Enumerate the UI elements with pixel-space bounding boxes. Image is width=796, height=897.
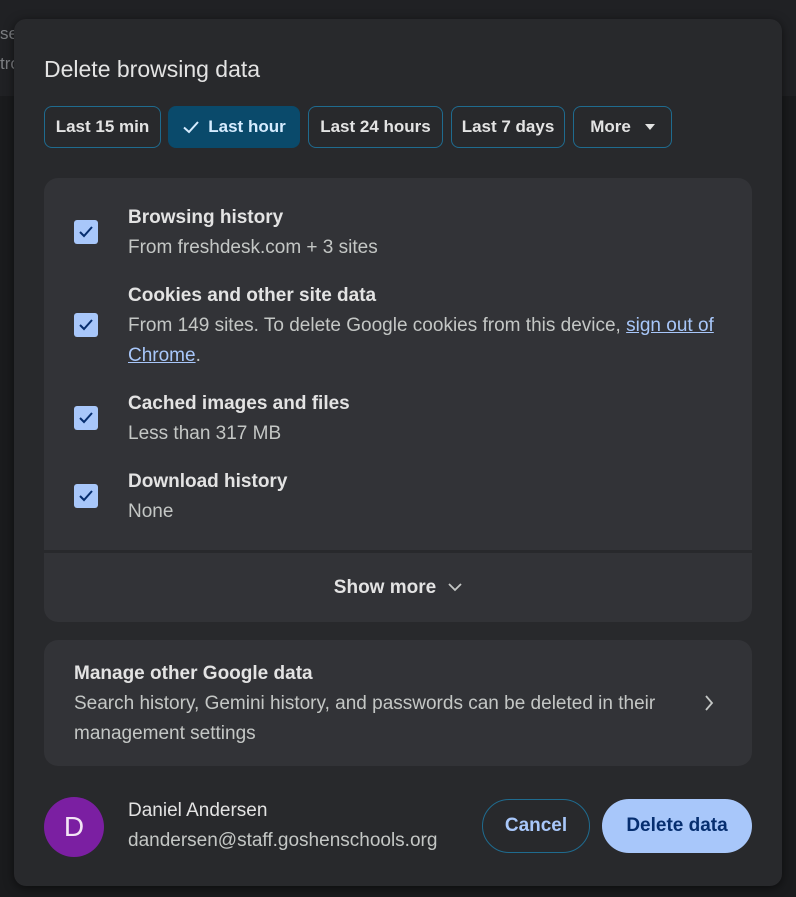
check-icon [79, 319, 93, 331]
chip-label: Last 15 min [55, 117, 150, 136]
chip-last-24-hours[interactable]: Last 24 hours [308, 106, 443, 148]
chevron-right-icon [705, 695, 714, 711]
item-title: Cookies and other site data [128, 285, 377, 306]
chip-label: Last 7 days [461, 117, 555, 136]
check-icon [79, 490, 93, 502]
checkbox-download-history[interactable] [74, 484, 98, 508]
chip-last-hour[interactable]: Last hour [168, 106, 300, 148]
item-description: From 149 sites. To delete Google cookies… [128, 311, 718, 371]
check-icon [79, 412, 93, 424]
delete-browsing-data-dialog: Delete browsing data Last 15 min Last ho… [14, 19, 782, 886]
show-more-button[interactable]: Show more [44, 553, 752, 622]
check-icon [183, 121, 200, 134]
chip-last-7-days[interactable]: Last 7 days [451, 106, 565, 148]
checkbox-cached-images[interactable] [74, 406, 98, 430]
description-text: . [195, 345, 201, 366]
chip-more-dropdown[interactable]: More [573, 106, 672, 148]
item-title: Download history [128, 471, 288, 492]
account-name: Daniel Andersen [128, 800, 268, 821]
check-icon [79, 226, 93, 238]
manage-google-data-row[interactable]: Manage other Google data Search history,… [44, 640, 752, 766]
checkbox-cookies[interactable] [74, 313, 98, 337]
show-more-label: Show more [333, 576, 437, 598]
chip-last-15-min[interactable]: Last 15 min [44, 106, 161, 148]
cancel-button[interactable]: Cancel [482, 799, 590, 853]
item-title: Cached images and files [128, 393, 350, 414]
chip-label: Last hour [208, 117, 286, 136]
chip-label: Last 24 hours [320, 117, 431, 136]
item-title: Browsing history [128, 207, 284, 228]
item-description: None [128, 501, 174, 522]
data-type-list: Browsing history From freshdesk.com + 3 … [44, 178, 752, 550]
checkbox-browsing-history[interactable] [74, 220, 98, 244]
avatar: D [44, 797, 104, 857]
delete-data-button[interactable]: Delete data [602, 799, 752, 853]
dialog-title: Delete browsing data [44, 56, 261, 82]
item-description: Less than 317 MB [128, 423, 282, 444]
cancel-label: Cancel [504, 815, 568, 836]
avatar-initial: D [63, 811, 85, 842]
manage-description: Search history, Gemini history, and pass… [74, 693, 656, 744]
chip-label: More [590, 117, 631, 136]
description-text: From 149 sites. To delete Google cookies… [128, 315, 627, 336]
chevron-down-icon [448, 583, 462, 592]
delete-label: Delete data [626, 815, 728, 836]
caret-down-icon [644, 124, 655, 130]
manage-title: Manage other Google data [74, 663, 313, 684]
account-email: dandersen@staff.goshenschools.org [128, 830, 438, 851]
item-description: From freshdesk.com + 3 sites [128, 237, 378, 258]
